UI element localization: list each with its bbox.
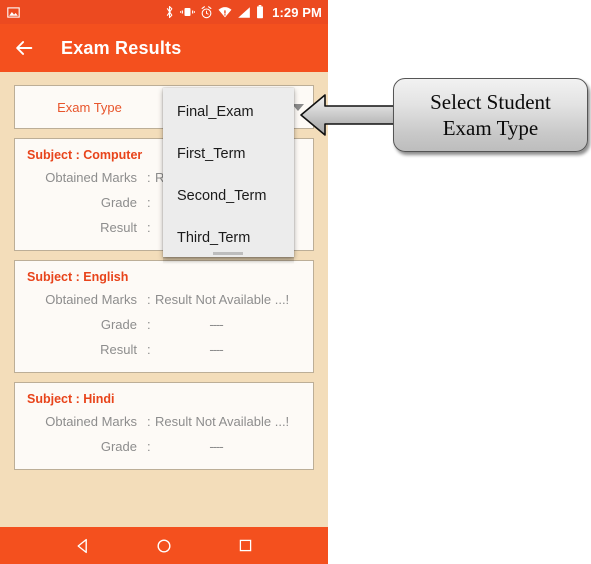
status-bar: 1:29 PM bbox=[0, 0, 328, 24]
nav-home-circle-icon[interactable] bbox=[156, 538, 172, 554]
dropdown-option-first-term[interactable]: First_Term bbox=[163, 133, 294, 175]
image-icon bbox=[7, 6, 20, 19]
row-label: Obtained Marks bbox=[45, 414, 137, 429]
row-colon: : bbox=[147, 439, 151, 454]
phone-screen: 1:29 PM Exam Results Exam Type Subject :… bbox=[0, 0, 328, 564]
row-label: Grade bbox=[100, 195, 137, 210]
exam-type-label: Exam Type bbox=[57, 99, 122, 115]
row-label: Grade bbox=[100, 317, 137, 332]
result-row: Obtained Marks : Result Not Available ..… bbox=[15, 409, 313, 434]
row-colon: : bbox=[147, 170, 151, 185]
back-arrow-icon[interactable] bbox=[0, 24, 48, 72]
row-value: ---- bbox=[209, 317, 223, 332]
row-colon: : bbox=[147, 292, 151, 307]
row-label: Obtained Marks bbox=[45, 292, 137, 307]
status-bar-right: 1:29 PM bbox=[164, 5, 322, 20]
exam-type-dropdown-menu[interactable]: Final_Exam First_Term Second_Term Third_… bbox=[163, 88, 294, 257]
result-row: Obtained Marks : Result Not Available ..… bbox=[15, 287, 313, 312]
bluetooth-icon bbox=[164, 5, 175, 19]
vibrate-icon bbox=[180, 5, 196, 19]
subject-card: Subject : English Obtained Marks : Resul… bbox=[14, 260, 314, 373]
battery-icon bbox=[256, 5, 264, 19]
annotation-callout: Select Student Exam Type bbox=[393, 78, 588, 152]
result-row: Grade : ---- bbox=[15, 434, 313, 459]
dropdown-scroll-handle[interactable] bbox=[213, 252, 243, 255]
annotation-line-2: Exam Type bbox=[442, 116, 539, 140]
dropdown-option-final-exam[interactable]: Final_Exam bbox=[163, 91, 294, 133]
result-row: Grade : ---- bbox=[15, 312, 313, 337]
row-value: Result Not Available ...! bbox=[155, 292, 290, 307]
signal-icon bbox=[237, 6, 251, 19]
subject-card: Subject : Hindi Obtained Marks : Result … bbox=[14, 382, 314, 470]
row-colon: : bbox=[147, 220, 151, 235]
result-row: Result : ---- bbox=[15, 337, 313, 362]
row-colon: : bbox=[147, 342, 151, 357]
status-bar-left bbox=[7, 6, 20, 19]
wifi-icon bbox=[218, 6, 232, 19]
row-colon: : bbox=[147, 317, 151, 332]
status-bar-clock: 1:29 PM bbox=[272, 4, 322, 20]
page-title: Exam Results bbox=[61, 37, 182, 58]
row-value: Result Not Available ...! bbox=[155, 414, 290, 429]
nav-back-triangle-icon[interactable] bbox=[75, 538, 91, 554]
annotation-line-1: Select Student bbox=[430, 89, 551, 114]
dropdown-option-second-term[interactable]: Second_Term bbox=[163, 175, 294, 217]
nav-recents-square-icon[interactable] bbox=[238, 538, 253, 553]
row-value: ---- bbox=[209, 342, 223, 357]
alarm-icon bbox=[200, 5, 213, 19]
row-label: Obtained Marks bbox=[45, 170, 137, 185]
row-value: ---- bbox=[209, 439, 223, 454]
row-label: Result bbox=[100, 220, 137, 235]
row-label: Grade bbox=[100, 439, 137, 454]
subject-card-title: Subject : Hindi bbox=[27, 392, 115, 406]
row-colon: : bbox=[147, 195, 151, 210]
row-colon: : bbox=[147, 414, 151, 429]
row-label: Result bbox=[100, 342, 137, 357]
system-navigation-bar bbox=[0, 527, 328, 564]
app-bar: Exam Results bbox=[0, 24, 328, 72]
subject-card-title: Subject : English bbox=[27, 270, 129, 284]
